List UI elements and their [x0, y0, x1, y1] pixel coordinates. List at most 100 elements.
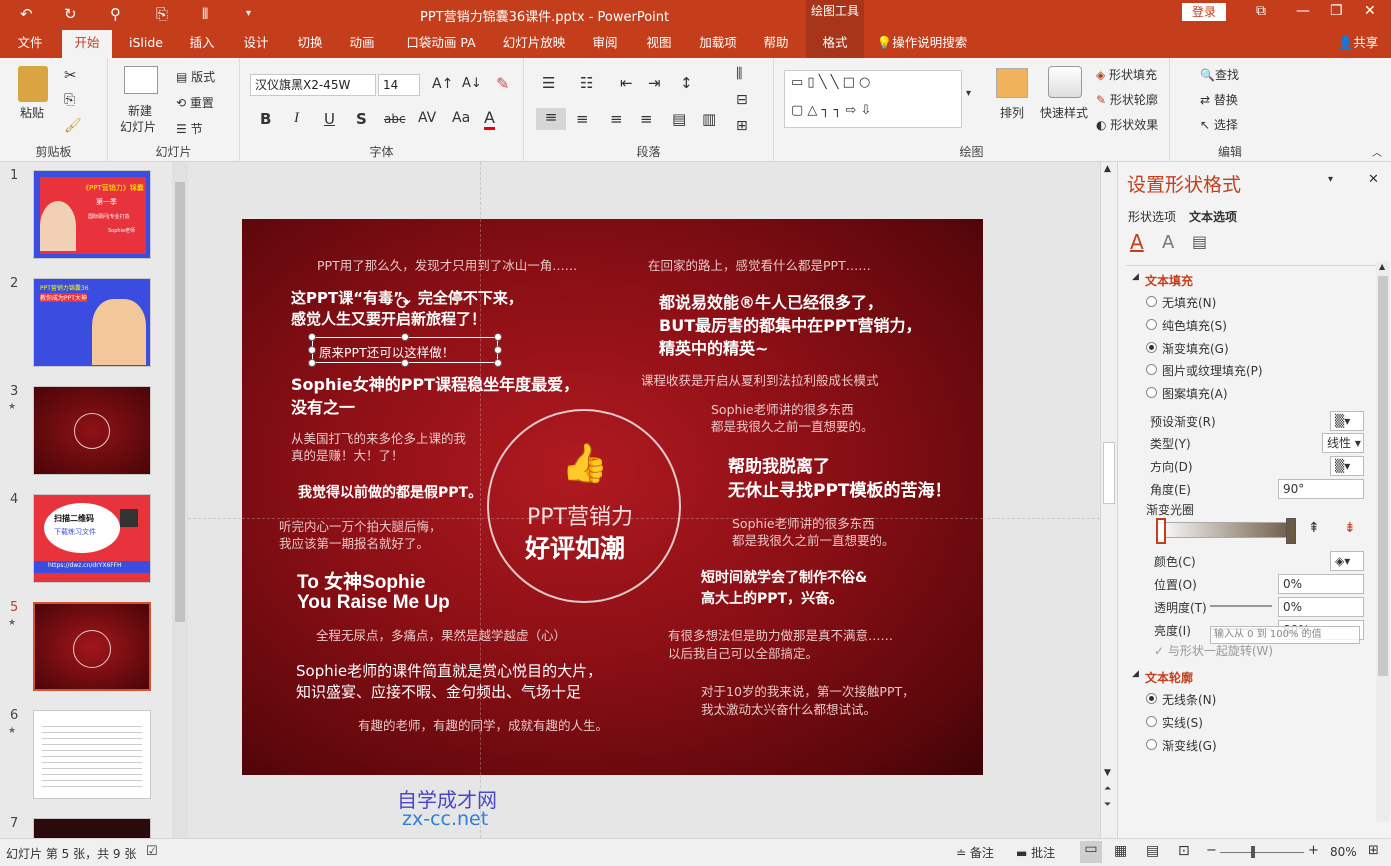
- increase-indent-icon[interactable]: ⇥: [648, 74, 661, 92]
- tab-islide[interactable]: iSlide: [122, 30, 170, 58]
- rotate-handle-icon[interactable]: ⟳: [396, 293, 411, 314]
- quote-text[interactable]: 真的是赚！大！了！: [291, 445, 404, 464]
- option-label[interactable]: 无填充(N): [1162, 294, 1216, 311]
- quote-text[interactable]: PPT用了那么久，发现才只用到了冰山一角……: [317, 255, 577, 274]
- radio-solid-line[interactable]: [1146, 716, 1157, 727]
- preset-gradient-button[interactable]: ▒▾: [1330, 411, 1364, 431]
- bold-button[interactable]: B: [260, 110, 271, 128]
- bullets-icon[interactable]: ☰: [542, 74, 555, 92]
- slide-5[interactable]: PPT用了那么久，发现才只用到了冰山一角…… 在回家的路上，感觉看什么都是PPT…: [242, 219, 983, 775]
- radio-solid-fill[interactable]: [1146, 319, 1157, 330]
- new-slide-icon[interactable]: [124, 66, 158, 94]
- quote-text[interactable]: 感觉人生又要开启新旅程了！: [291, 308, 486, 329]
- char-spacing-button[interactable]: AV: [418, 110, 436, 126]
- quote-text[interactable]: 都是我很久之前一直想要的。: [732, 530, 895, 549]
- radio-no-fill[interactable]: [1146, 296, 1157, 307]
- quote-text[interactable]: 精英中的精英~: [659, 335, 768, 359]
- quote-text[interactable]: 帮助我脱离了: [728, 452, 830, 477]
- quote-text[interactable]: 在回家的路上，感觉看什么都是PPT……: [648, 255, 871, 274]
- quote-text[interactable]: To 女神Sophie: [297, 567, 425, 594]
- option-label[interactable]: 纯色填充(S): [1162, 317, 1227, 334]
- arrange-icon[interactable]: [996, 68, 1028, 98]
- align-right-icon[interactable]: ≡: [610, 110, 623, 128]
- quote-text[interactable]: Sophie老师的课件简直就是赏心悦目的大片，: [296, 660, 602, 681]
- strikethrough-button[interactable]: abc: [384, 112, 406, 126]
- rotate-with-shape-checkbox[interactable]: ✓ 与形状一起旋转(W): [1154, 642, 1273, 659]
- text-direction-icon[interactable]: ⫼: [736, 66, 742, 82]
- textbox-icon[interactable]: ▤: [1192, 232, 1207, 251]
- transparency-slider[interactable]: [1210, 605, 1272, 607]
- quote-text[interactable]: 无休止寻找PPT模板的苦海！: [728, 476, 952, 501]
- resize-handle[interactable]: [401, 333, 409, 341]
- pane-options-icon[interactable]: ▾: [1328, 174, 1333, 185]
- zoom-slider-thumb[interactable]: [1251, 846, 1255, 858]
- radio-pattern-fill[interactable]: [1146, 387, 1157, 398]
- columns-icon[interactable]: ▥: [702, 110, 716, 128]
- ribbon-display-icon[interactable]: ⧉: [1256, 3, 1266, 19]
- justify-icon[interactable]: ≡: [640, 110, 653, 128]
- grow-font-icon[interactable]: A↑: [432, 76, 453, 92]
- redo-icon[interactable]: ↻: [64, 5, 77, 23]
- quote-text[interactable]: 高大上的PPT，兴奋。: [701, 588, 843, 608]
- position-input[interactable]: 0%: [1278, 574, 1364, 594]
- quote-text[interactable]: 有很多想法但是助力做那是真不满意……: [668, 625, 893, 644]
- shrink-font-icon[interactable]: A↓: [462, 76, 482, 91]
- prev-slide-icon[interactable]: ⏶: [1104, 784, 1111, 794]
- zoom-in-icon[interactable]: +: [1308, 843, 1319, 858]
- gradient-stops-bar[interactable]: [1156, 522, 1294, 538]
- numbering-icon[interactable]: ☷: [580, 74, 593, 92]
- tab-shape-options[interactable]: 形状选项: [1128, 208, 1176, 225]
- quote-text[interactable]: Sophie女神的PPT课程稳坐年度最爱，: [291, 371, 579, 395]
- more-shapes-icon[interactable]: ▢ △ ┐ ┐ ⇨ ⇩: [791, 103, 871, 118]
- quote-text[interactable]: BUT最厉害的都集中在PPT营销力，: [659, 312, 921, 336]
- resize-handle[interactable]: [494, 333, 502, 341]
- customize-qa-icon[interactable]: ▾: [246, 8, 251, 19]
- quote-text[interactable]: 有趣的老师，有趣的同学，成就有趣的人生。: [358, 715, 608, 734]
- shadow-button[interactable]: S: [356, 110, 367, 128]
- decrease-indent-icon[interactable]: ⇤: [620, 74, 633, 92]
- copy-icon[interactable]: ⎘: [64, 92, 75, 108]
- quote-text[interactable]: 短时间就学会了制作不俗&: [701, 567, 867, 587]
- find-button[interactable]: 🔍查找: [1200, 66, 1239, 83]
- comments-button[interactable]: ▬ 批注: [1016, 844, 1055, 861]
- slide-thumbnail-2[interactable]: PPT营销力锦囊36 教你成为PPT大神: [33, 278, 151, 367]
- scroll-down-icon[interactable]: ▼: [1104, 768, 1111, 778]
- text-effects-icon[interactable]: A: [1162, 232, 1174, 253]
- format-painter-icon[interactable]: 🖌: [64, 118, 82, 134]
- cut-icon[interactable]: ✂: [64, 66, 77, 84]
- scroll-thumb[interactable]: [1103, 442, 1115, 504]
- smartart-icon[interactable]: ⊞: [736, 118, 748, 134]
- replace-button[interactable]: ⇄ 替换: [1200, 91, 1238, 108]
- quote-text[interactable]: 以后我自己可以全部搞定。: [668, 643, 818, 662]
- spellcheck-icon[interactable]: ☑: [146, 844, 158, 859]
- align-left-icon[interactable]: ≡: [536, 108, 566, 130]
- section-button[interactable]: ☰ 节: [176, 120, 203, 137]
- option-label[interactable]: 图片或纹理填充(P): [1162, 362, 1263, 379]
- quote-text[interactable]: 课程收获是开启从夏利到法拉利般成长模式: [641, 370, 879, 389]
- shape-outline-button[interactable]: ✎ 形状轮廓: [1096, 91, 1158, 108]
- tab-addins[interactable]: 加载项: [690, 30, 746, 58]
- radio-no-line[interactable]: [1146, 693, 1157, 704]
- transparency-input[interactable]: 0%: [1278, 597, 1364, 617]
- option-label[interactable]: 无线条(N): [1162, 691, 1216, 708]
- columns-qa-icon[interactable]: ⫴: [202, 5, 208, 23]
- normal-view-icon[interactable]: ▭: [1080, 841, 1102, 863]
- slide-thumbnail-7[interactable]: [33, 818, 151, 838]
- fit-slide-icon[interactable]: ⊞: [1368, 843, 1379, 858]
- align-text-icon[interactable]: ⊟: [736, 92, 748, 108]
- slide-thumbnail-3[interactable]: [33, 386, 151, 475]
- shapes-gallery[interactable]: ▭ ▯ ╲ ╲ □ ○ ▢ △ ┐ ┐ ⇨ ⇩: [784, 70, 962, 128]
- tab-text-options[interactable]: 文本选项: [1189, 208, 1237, 225]
- font-name-combo[interactable]: 汉仪旗黑X2-45W: [250, 74, 376, 96]
- gradient-stop-1[interactable]: [1156, 518, 1166, 544]
- direction-button[interactable]: ▒▾: [1330, 456, 1364, 476]
- selected-text[interactable]: 原来PPT还可以这样做！: [319, 342, 454, 361]
- quick-styles-button[interactable]: 快速样式: [1040, 104, 1088, 121]
- tab-design[interactable]: 设计: [232, 30, 280, 58]
- center-title[interactable]: PPT营销力: [527, 499, 633, 531]
- notes-button[interactable]: ≐ 备注: [956, 844, 994, 861]
- tab-format[interactable]: 格式: [806, 30, 864, 58]
- undo-icon[interactable]: ↶: [20, 5, 33, 23]
- zoom-level[interactable]: 80%: [1330, 845, 1357, 859]
- collapse-icon[interactable]: ◢: [1132, 272, 1139, 282]
